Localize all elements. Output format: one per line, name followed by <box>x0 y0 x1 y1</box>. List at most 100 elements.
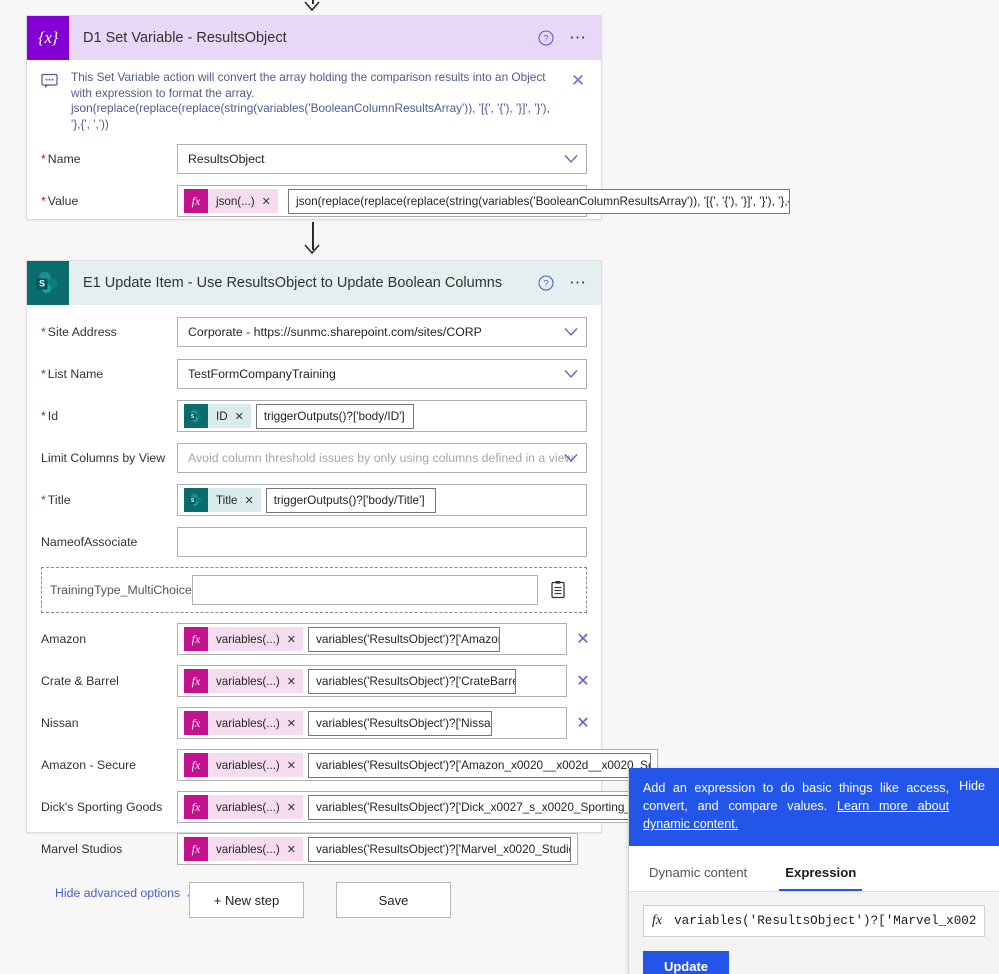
fx-icon: fx <box>184 795 208 819</box>
fx-token-dicks[interactable]: fx variables(...) ✕ <box>184 795 304 819</box>
remove-token-icon[interactable]: ✕ <box>287 843 296 856</box>
site-address-input[interactable]: Corporate - https://sunmc.sharepoint.com… <box>177 317 587 347</box>
update-item-action-card[interactable]: S E1 Update Item - Use ResultsObject to … <box>26 260 659 900</box>
fx-token-label: json(...) ✕ <box>208 189 278 213</box>
remove-token-icon[interactable]: ✕ <box>244 494 253 507</box>
save-button[interactable]: Save <box>336 882 451 918</box>
tab-expression[interactable]: Expression <box>779 865 863 891</box>
amazon-secure-input[interactable]: fx variables(...) ✕ variables('ResultsOb… <box>177 749 659 781</box>
help-icon[interactable]: ? <box>533 270 559 296</box>
field-row-dicks-sporting-goods: Dick's Sporting Goods fx variables(...) … <box>41 790 644 824</box>
expression-panel[interactable]: Add an expression to do basic things lik… <box>628 768 999 974</box>
marvel-studios-expression-text[interactable]: variables('ResultsObject')?['Marvel_x002… <box>308 836 572 862</box>
name-of-associate-input[interactable] <box>177 527 587 557</box>
chevron-down-icon[interactable] <box>564 454 578 463</box>
field-row-marvel-studios: Marvel Studios fx variables(...) ✕ varia… <box>41 832 587 866</box>
remove-token-icon[interactable]: ✕ <box>235 410 244 423</box>
list-name-input[interactable]: TestFormCompanyTraining <box>177 359 587 389</box>
marvel-studios-input[interactable]: fx variables(...) ✕ variables('ResultsOb… <box>177 833 579 865</box>
remove-token-icon[interactable]: ✕ <box>287 759 296 772</box>
fx-token-label: variables(...) ✕ <box>208 753 304 777</box>
nissan-label: Nissan <box>41 715 79 730</box>
fx-icon: fx <box>184 189 208 213</box>
chevron-down-icon[interactable] <box>564 370 578 379</box>
remove-token-icon[interactable]: ✕ <box>287 717 296 730</box>
title-expression-text[interactable]: triggerOutputs()?['body/Title'] <box>265 487 436 513</box>
field-row-limit-columns: Limit Columns by View Avoid column thres… <box>41 441 587 475</box>
title-input[interactable]: S Title ✕ triggerOutputs()?['body/Title'… <box>177 484 587 516</box>
fx-token-amazon-secure[interactable]: fx variables(...) ✕ <box>184 753 304 777</box>
fx-icon: fx <box>184 711 208 735</box>
limit-columns-input[interactable]: Avoid column threshold issues by only us… <box>177 443 587 473</box>
training-type-input[interactable] <box>191 575 538 605</box>
amazon-expression-text[interactable]: variables('ResultsObject')?['Amazon'] <box>308 626 501 652</box>
remove-token-icon[interactable]: ✕ <box>262 195 271 208</box>
field-row-name: * Name ResultsObject <box>41 142 587 176</box>
training-type-label: TrainingType_MultiChoice <box>50 583 192 597</box>
crate-barrel-label: Crate & Barrel <box>41 673 119 688</box>
more-options-icon[interactable]: ⋯ <box>565 25 591 51</box>
fx-token-amazon[interactable]: fx variables(...) ✕ <box>184 627 304 651</box>
sharepoint-icon: S <box>27 261 69 305</box>
chevron-down-icon[interactable] <box>564 328 578 337</box>
svg-text:S: S <box>191 414 195 420</box>
hide-banner-button[interactable]: Hide <box>959 779 985 793</box>
set-variable-card-header[interactable]: {x} D1 Set Variable - ResultsObject ? ⋯ <box>27 16 601 60</box>
id-label: * Id <box>41 408 59 423</box>
id-input[interactable]: S ID ✕ triggerOutputs()?['body/ID'] <box>177 400 587 432</box>
field-row-site-address: * Site Address Corporate - https://sunmc.… <box>41 315 587 349</box>
sp-token-id[interactable]: S ID ✕ <box>184 404 251 428</box>
set-variable-action-card[interactable]: {x} D1 Set Variable - ResultsObject ? ⋯ <box>26 15 790 220</box>
expression-input[interactable]: fx variables('ResultsObject')?['Marvel_x… <box>643 905 985 937</box>
value-input[interactable]: fx json(...) ✕ json(replace(replace(repl… <box>177 185 790 217</box>
list-picker-icon[interactable] <box>538 580 578 600</box>
list-name-value: TestFormCompanyTraining <box>188 367 336 381</box>
fx-icon: fx <box>184 753 208 777</box>
chevron-down-icon[interactable] <box>564 155 578 164</box>
comment-text: This Set Variable action will convert th… <box>71 70 550 131</box>
value-expression-text[interactable]: json(replace(replace(replace(string(vari… <box>288 188 790 214</box>
field-row-id: * Id S ID ✕ triggerOutputs()?['body/ID'] <box>41 399 587 433</box>
update-item-card-header[interactable]: S E1 Update Item - Use ResultsObject to … <box>27 261 601 305</box>
id-expression-text[interactable]: triggerOutputs()?['body/ID'] <box>255 403 414 429</box>
update-button[interactable]: Update <box>643 951 729 974</box>
nissan-input[interactable]: fx variables(...) ✕ variables('ResultsOb… <box>177 707 567 739</box>
help-icon[interactable]: ? <box>533 25 559 51</box>
nissan-expression-text[interactable]: variables('ResultsObject')?['Nissan'] <box>308 710 493 736</box>
name-input[interactable]: ResultsObject <box>177 144 587 174</box>
close-icon[interactable]: ✕ <box>567 72 589 89</box>
fx-token-json[interactable]: fx json(...) ✕ <box>184 189 278 213</box>
fx-icon: fx <box>652 913 663 928</box>
remove-token-icon[interactable]: ✕ <box>287 675 296 688</box>
dicks-sporting-goods-input[interactable]: fx variables(...) ✕ variables('ResultsOb… <box>177 791 644 823</box>
sp-token-title[interactable]: S Title ✕ <box>184 488 261 512</box>
field-row-title: * Title S Title ✕ triggerOutputs()?['bod… <box>41 483 587 517</box>
limit-columns-label: Limit Columns by View <box>41 450 166 465</box>
clear-icon[interactable]: ✕ <box>567 629 599 649</box>
new-step-button[interactable]: + New step <box>189 882 304 918</box>
required-asterisk: * <box>41 151 46 166</box>
training-type-group[interactable]: TrainingType_MultiChoice <box>41 567 587 613</box>
field-row-value: * Value fx json(...) ✕ json(replace(repla… <box>41 184 790 218</box>
dicks-sporting-goods-expression-text[interactable]: variables('ResultsObject')?['Dick_x0027_… <box>308 794 637 820</box>
clear-icon[interactable]: ✕ <box>567 671 599 691</box>
sharepoint-token-icon: S <box>184 404 208 428</box>
fx-token-crate-barrel[interactable]: fx variables(...) ✕ <box>184 669 304 693</box>
amazon-secure-expression-text[interactable]: variables('ResultsObject')?['Amazon_x002… <box>308 752 652 778</box>
expression-panel-tabs: Dynamic content Expression <box>629 846 999 892</box>
amazon-label: Amazon <box>41 631 87 646</box>
site-address-value: Corporate - https://sunmc.sharepoint.com… <box>188 325 482 339</box>
tab-dynamic-content[interactable]: Dynamic content <box>643 865 753 891</box>
amazon-input[interactable]: fx variables(...) ✕ variables('ResultsOb… <box>177 623 567 655</box>
remove-token-icon[interactable]: ✕ <box>287 801 296 814</box>
crate-barrel-input[interactable]: fx variables(...) ✕ variables('ResultsOb… <box>177 665 567 697</box>
svg-text:S: S <box>39 279 45 289</box>
clear-icon[interactable]: ✕ <box>567 713 599 733</box>
more-options-icon[interactable]: ⋯ <box>565 270 591 296</box>
expression-banner-text: Add an expression to do basic things lik… <box>643 779 959 833</box>
crate-barrel-expression-text[interactable]: variables('ResultsObject')?['CrateBarrel… <box>308 668 517 694</box>
remove-token-icon[interactable]: ✕ <box>287 633 296 646</box>
fx-token-marvel[interactable]: fx variables(...) ✕ <box>184 837 304 861</box>
required-asterisk: * <box>41 324 46 339</box>
fx-token-nissan[interactable]: fx variables(...) ✕ <box>184 711 304 735</box>
